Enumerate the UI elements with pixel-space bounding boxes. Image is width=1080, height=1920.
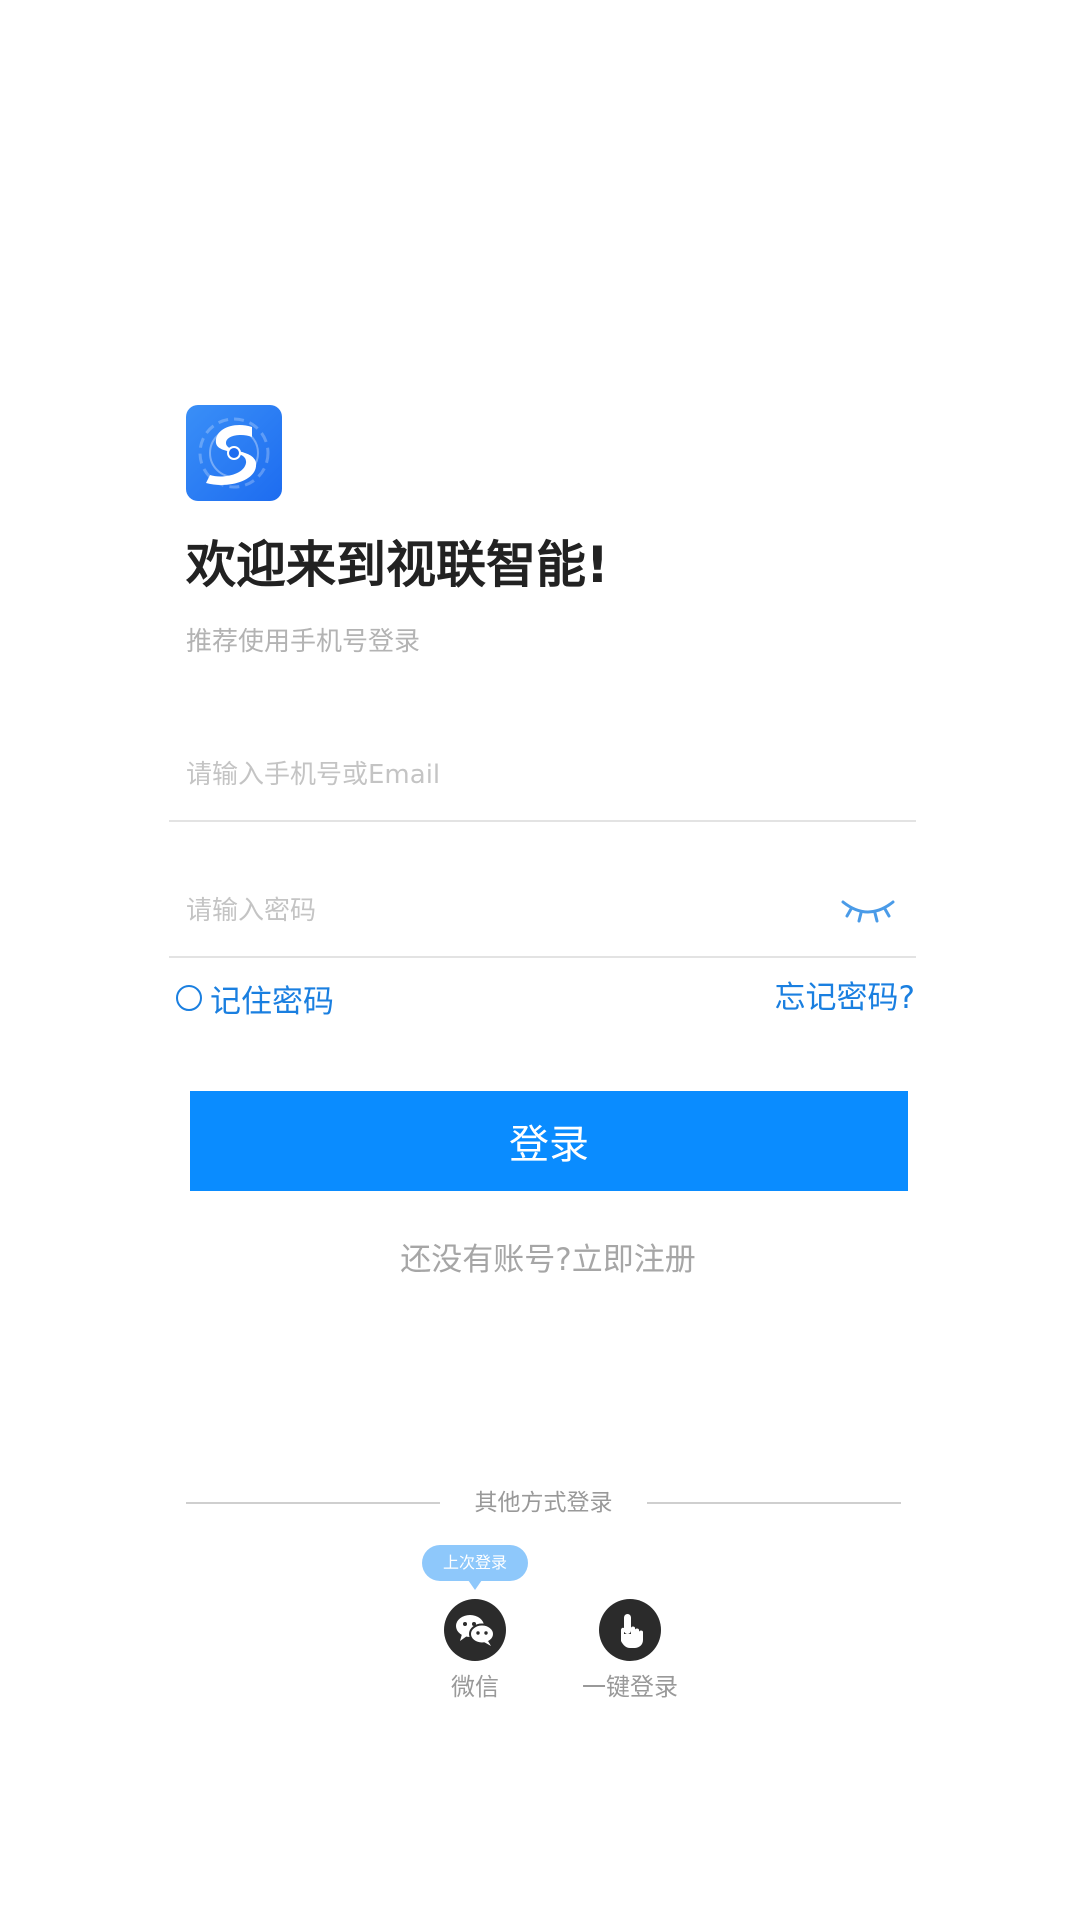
radio-unchecked-icon	[176, 985, 202, 1011]
welcome-title: 欢迎来到视联智能!	[186, 536, 609, 594]
wechat-login-button[interactable]	[444, 1599, 506, 1661]
last-login-badge: 上次登录	[422, 1545, 528, 1590]
eye-closed-icon[interactable]	[840, 896, 896, 926]
one-key-login-label: 一键登录	[582, 1673, 678, 1701]
register-link[interactable]: 还没有账号?立即注册	[0, 1235, 1080, 1285]
account-field-container	[169, 730, 916, 822]
login-button[interactable]: 登录	[190, 1091, 908, 1191]
tap-hand-icon	[621, 1614, 643, 1648]
password-field-container	[169, 866, 916, 958]
wechat-icon	[456, 1615, 495, 1646]
one-key-login-button[interactable]	[599, 1599, 661, 1661]
welcome-subtitle: 推荐使用手机号登录	[186, 627, 421, 657]
app-logo-icon	[186, 405, 282, 501]
divider-left	[186, 1502, 440, 1504]
remember-password-checkbox[interactable]: 记住密码	[176, 975, 334, 1021]
divider-right	[647, 1502, 901, 1504]
account-input[interactable]	[186, 730, 826, 820]
wechat-label: 微信	[451, 1673, 499, 1701]
password-input[interactable]	[186, 866, 826, 956]
remember-password-label: 记住密码	[210, 983, 334, 1020]
other-login-title: 其他方式登录	[474, 1490, 613, 1516]
forgot-password-link[interactable]: 忘记密码?	[775, 975, 915, 1021]
